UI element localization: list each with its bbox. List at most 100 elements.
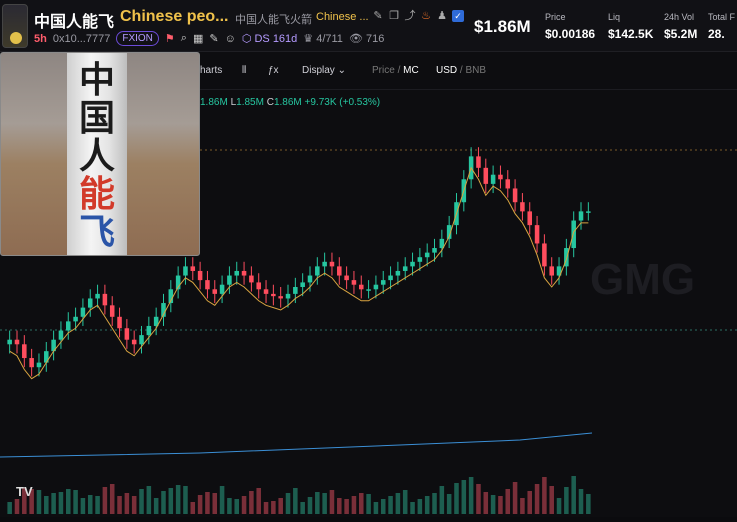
token-name-cn: 中国人能飞 bbox=[34, 14, 115, 31]
liq-value: $142.5K bbox=[608, 27, 654, 41]
indicator-icon[interactable]: ⫴ bbox=[242, 65, 246, 76]
candle bbox=[14, 339, 20, 345]
volume-bar bbox=[337, 498, 342, 514]
candle bbox=[271, 293, 276, 297]
community-icon[interactable]: ♟ bbox=[436, 10, 448, 22]
candle bbox=[227, 275, 232, 285]
volume-bar bbox=[417, 499, 423, 514]
volume-bar bbox=[307, 497, 313, 514]
candle bbox=[183, 266, 188, 276]
ohlc-close-key: C bbox=[266, 97, 274, 108]
candle bbox=[307, 275, 313, 283]
volume-bar bbox=[227, 498, 232, 514]
candle bbox=[402, 266, 408, 271]
volume-bar bbox=[146, 486, 152, 514]
volume-bar bbox=[358, 493, 364, 514]
liq-label: Liq bbox=[608, 12, 621, 22]
holders-value: 4/711 bbox=[316, 33, 343, 45]
candle bbox=[22, 344, 27, 359]
dex-screener-count[interactable]: ⬡ DS 161d bbox=[242, 32, 297, 45]
candle bbox=[483, 167, 489, 184]
candle bbox=[109, 305, 115, 317]
edit-icon[interactable]: ✎ bbox=[372, 10, 384, 22]
share-icon[interactable]: ⤴ bbox=[404, 10, 416, 22]
candle bbox=[80, 307, 86, 317]
candle bbox=[534, 225, 540, 244]
volume-bar bbox=[402, 490, 408, 514]
candle bbox=[36, 362, 42, 368]
video-overlay[interactable]: 中 国 人 能 飞 bbox=[0, 52, 200, 256]
candle bbox=[344, 275, 349, 281]
total-stat: Total F 28. bbox=[708, 12, 735, 41]
candle bbox=[586, 211, 591, 213]
volume-bar bbox=[234, 499, 240, 514]
display-dropdown[interactable]: Display ⌄ bbox=[302, 65, 346, 76]
volume-bar bbox=[109, 484, 115, 514]
candle bbox=[249, 275, 254, 283]
candle bbox=[263, 289, 269, 294]
volume-bar bbox=[410, 502, 415, 514]
candle bbox=[293, 287, 298, 294]
bot-icon[interactable]: ☺ bbox=[225, 33, 236, 45]
candle bbox=[498, 174, 503, 180]
candle bbox=[87, 298, 93, 308]
candle bbox=[219, 284, 225, 294]
usd-bnb-toggle[interactable]: USD / BNB bbox=[436, 65, 486, 76]
volume-bar bbox=[139, 489, 144, 514]
ohlc-legend: 1.86M L1.85M C1.86M +9.73K (+0.53%) bbox=[200, 97, 380, 108]
volume-bar bbox=[432, 493, 437, 514]
volume-bar bbox=[87, 495, 93, 514]
token-logo-badge bbox=[10, 32, 22, 44]
volume-bar bbox=[395, 493, 401, 514]
volume-bar bbox=[512, 482, 518, 514]
volume-bar bbox=[249, 491, 254, 514]
volume-bar bbox=[95, 496, 100, 514]
price-mc-toggle[interactable]: Price / MC bbox=[372, 65, 419, 76]
volume-bar bbox=[65, 489, 71, 514]
volume-bar bbox=[424, 496, 430, 514]
copy-icon[interactable]: ❐ bbox=[388, 10, 400, 22]
candle bbox=[102, 293, 108, 306]
volume-bar bbox=[468, 477, 474, 514]
verified-icon[interactable]: ✓ bbox=[452, 10, 464, 22]
price-option: Price bbox=[372, 65, 395, 76]
token-name-en: Chinese peo... bbox=[120, 8, 229, 25]
note-icon[interactable]: ✎ bbox=[209, 32, 218, 45]
flag-icon[interactable]: ⚑ bbox=[165, 32, 175, 45]
price-value: $0.00186 bbox=[545, 27, 596, 41]
candle bbox=[366, 289, 371, 291]
search-icon[interactable]: ⌕ bbox=[181, 32, 187, 45]
vol-value: $5.2M bbox=[664, 27, 698, 41]
volume-bar bbox=[58, 492, 64, 514]
candle bbox=[520, 202, 525, 212]
volume-bar bbox=[168, 488, 174, 514]
market-cap: $1.86M bbox=[474, 17, 531, 36]
candle bbox=[424, 252, 430, 258]
views-count: 👁 716 bbox=[348, 33, 385, 45]
chart-icon[interactable]: ▦ bbox=[193, 32, 203, 45]
candle bbox=[58, 330, 64, 340]
contract-address[interactable]: 0x10...7777 bbox=[53, 33, 111, 45]
vol-label: 24h Vol bbox=[664, 12, 695, 22]
token-logo bbox=[2, 4, 28, 48]
token-meta-row: 5h 0x10...7777 FXION ⚑ ⌕ ▦ ✎ ☺ ⬡ DS 161d… bbox=[34, 31, 384, 46]
fire-icon[interactable]: ♨ bbox=[420, 10, 432, 22]
launchpad-chip[interactable]: FXION bbox=[116, 31, 159, 46]
tradingview-logo[interactable]: TV bbox=[16, 484, 42, 502]
candle bbox=[256, 282, 261, 290]
candle bbox=[505, 179, 511, 189]
volume-bar bbox=[183, 486, 188, 514]
candle bbox=[234, 270, 240, 276]
charts-button[interactable]: harts bbox=[200, 65, 222, 76]
volume-bar bbox=[73, 490, 78, 514]
volume-bar bbox=[131, 496, 137, 514]
candle bbox=[278, 296, 283, 299]
ohlc-low: 1.85M bbox=[236, 97, 264, 108]
volume-bar bbox=[446, 494, 452, 514]
token-full-name-en: Chinese ... bbox=[316, 11, 369, 23]
volume-bar bbox=[534, 484, 540, 514]
candle bbox=[527, 211, 533, 226]
fx-icon[interactable]: ƒx bbox=[268, 65, 279, 76]
candle bbox=[197, 270, 203, 281]
token-age: 5h bbox=[34, 32, 47, 45]
